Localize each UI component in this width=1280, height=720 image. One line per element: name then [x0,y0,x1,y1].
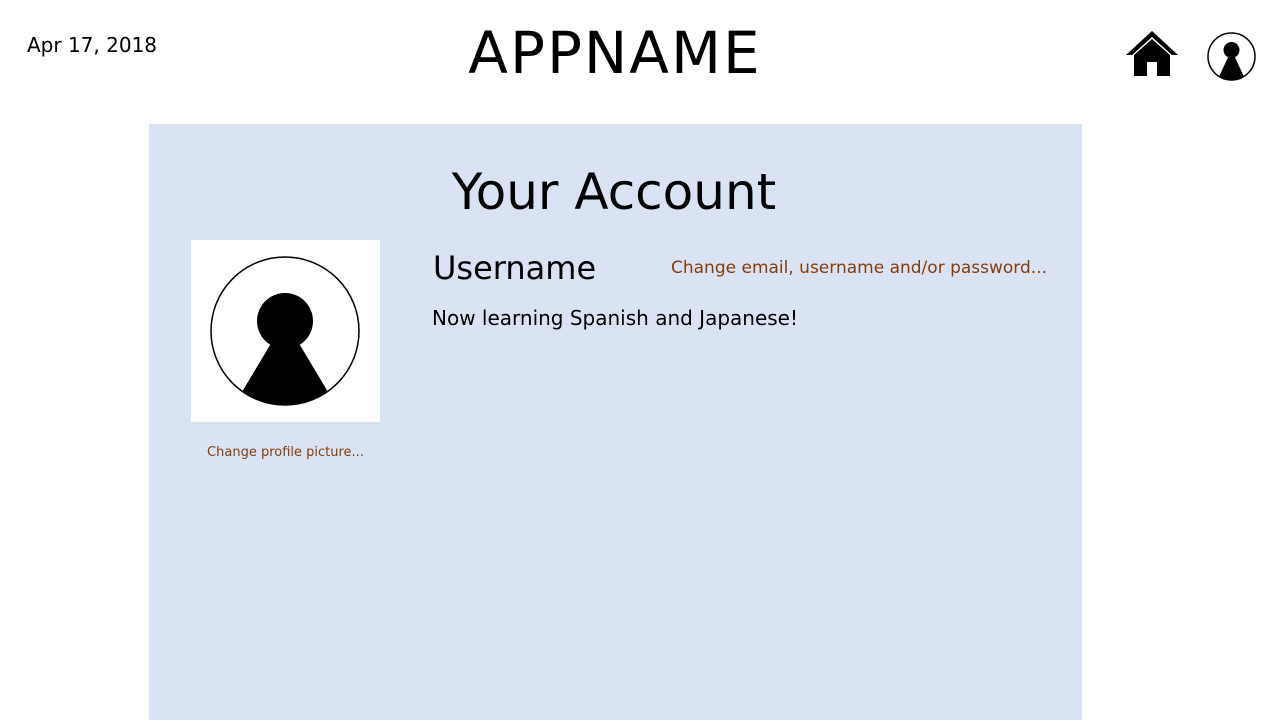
avatar[interactable] [191,240,380,422]
profile-button[interactable] [1206,31,1257,82]
user-circle-icon [1207,32,1256,81]
page: Apr 17, 2018 APPNAME Your Account Change… [0,0,1280,720]
account-panel: Your Account Change profile picture... U… [149,124,1082,720]
page-title: Your Account [451,163,777,221]
app-title: APPNAME [468,19,762,87]
user-silhouette-icon [210,256,360,406]
home-icon [1126,31,1178,76]
bio-text: Now learning Spanish and Japanese! [432,306,799,330]
change-profile-picture-link[interactable]: Change profile picture... [191,444,380,462]
change-account-details-link[interactable]: Change email, username and/or password..… [671,257,1047,279]
username-label: Username [433,249,597,287]
home-button[interactable] [1124,28,1180,80]
